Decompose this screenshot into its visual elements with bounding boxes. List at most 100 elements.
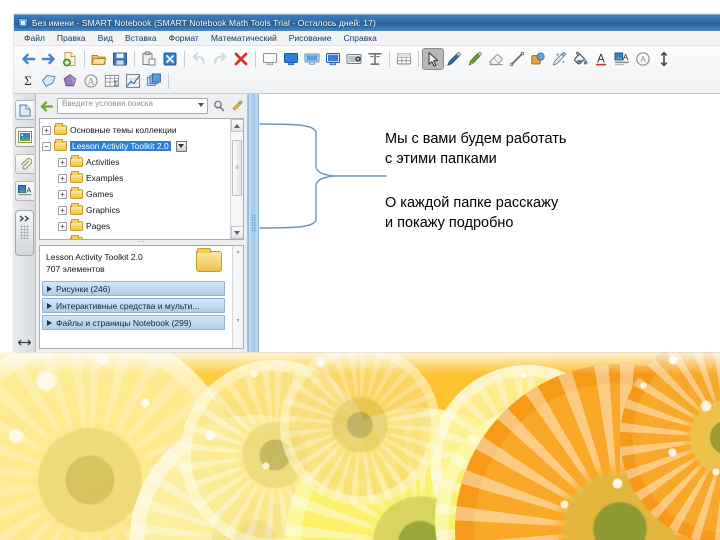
expand-node-icon[interactable]: +	[58, 205, 67, 215]
search-input[interactable]: Введите условия поиска	[57, 98, 208, 114]
chevron-down-icon[interactable]	[198, 103, 204, 107]
expand-node-icon[interactable]: +	[58, 221, 67, 231]
text-recognition-icon: A	[84, 74, 98, 88]
undo-icon[interactable]	[189, 49, 209, 69]
sum-icon[interactable]: Σ	[18, 71, 38, 91]
scroll-down-icon[interactable]: ▾	[236, 317, 239, 324]
fill-tool-icon[interactable]	[570, 49, 590, 69]
regular-polygon-icon[interactable]	[60, 71, 80, 91]
properties-tab[interactable]: A	[15, 181, 34, 201]
menu-item-draw[interactable]: Рисование	[283, 31, 338, 46]
page-sorter-tab[interactable]	[15, 100, 34, 120]
gallery-category-tree[interactable]: + Основные темы коллекции − Lesson Activity…	[39, 118, 244, 240]
scroll-up-icon[interactable]: ▴	[236, 248, 239, 255]
graph-wizard-icon[interactable]	[144, 71, 164, 91]
gallery-tree-item[interactable]: + Graphics	[42, 202, 230, 218]
search-icon	[213, 100, 224, 112]
gallery-setup-button[interactable]	[229, 98, 244, 114]
menu-item-format[interactable]: Формат	[163, 31, 205, 46]
insert-table-icon[interactable]	[394, 49, 414, 69]
menu-item-help[interactable]: Справка	[338, 31, 383, 46]
select-tool-icon[interactable]	[422, 48, 444, 70]
expand-node-icon[interactable]: +	[58, 173, 67, 183]
properties-icon[interactable]: A	[612, 49, 632, 69]
search-button[interactable]	[211, 98, 226, 114]
text-tool-icon[interactable]: A	[591, 49, 611, 69]
window-titlebar[interactable]: Без имени - SMART Notebook (SMART Notebo…	[14, 15, 720, 31]
expand-node-icon[interactable]: +	[42, 125, 51, 135]
quick-insert-icon[interactable]	[160, 49, 180, 69]
add-page-icon[interactable]	[60, 49, 80, 69]
measurement-tool-icon[interactable]: A	[633, 49, 653, 69]
gallery-group-label: Интерактивные средства и мульти...	[56, 300, 200, 311]
menu-item-view[interactable]: Вид	[92, 31, 119, 46]
attachments-tab[interactable]	[15, 154, 34, 174]
transparent-background-icon[interactable]	[323, 49, 343, 69]
expand-node-icon[interactable]: +	[58, 189, 67, 199]
irregular-polygon-icon[interactable]	[39, 71, 59, 91]
open-file-icon[interactable]	[89, 49, 109, 69]
gallery-search-combo[interactable]: Введите условия поиска	[57, 98, 208, 114]
forward-arrow-icon[interactable]	[39, 49, 59, 69]
insert-table-tool-icon[interactable]	[365, 49, 385, 69]
gallery-tree-item[interactable]: + Games	[42, 186, 230, 202]
callout-line-1: Мы с вами будем работать	[385, 131, 567, 147]
smart-notebook-icon	[18, 18, 28, 28]
screen-capture-icon[interactable]	[344, 49, 364, 69]
gallery-detail-header: Lesson Activity Toolkit 2.0 707 элементо…	[40, 246, 232, 279]
text-recognition-icon[interactable]: A	[81, 71, 101, 91]
quick-insert-icon	[163, 52, 177, 66]
gallery-tree-item-label: Pages	[86, 221, 111, 231]
gallery-tree-item[interactable]: + Activities	[42, 154, 230, 170]
gallery-tree-item[interactable]: + Examples	[42, 170, 230, 186]
toolbar-separator	[184, 51, 185, 67]
gallery-tree-item[interactable]: Tools	[42, 234, 230, 239]
resize-handle[interactable]	[17, 338, 32, 348]
gallery-detail-text: Lesson Activity Toolkit 2.0 707 элементо…	[46, 251, 190, 275]
gallery-group-interactive[interactable]: Интерактивные средства и мульти...	[42, 298, 225, 313]
pen-tool-icon[interactable]	[444, 49, 464, 69]
save-icon[interactable]	[110, 49, 130, 69]
line-tool-icon[interactable]	[507, 49, 527, 69]
menu-item-file[interactable]: Файл	[18, 31, 51, 46]
tree-item-menu-chevron-down-icon[interactable]	[175, 140, 187, 152]
creative-pen-icon[interactable]	[465, 49, 485, 69]
gallery-group-pictures[interactable]: Рисунки (246)	[42, 281, 225, 296]
scroll-up-button[interactable]	[230, 119, 243, 132]
double-chevron-right-icon	[19, 215, 30, 222]
move-toolbar-icon[interactable]	[654, 49, 674, 69]
graph-icon[interactable]	[123, 71, 143, 91]
gallery-tree-item-label: Основные темы коллекции	[70, 125, 177, 135]
delete-icon[interactable]	[231, 49, 251, 69]
gallery-tree-item[interactable]: + Pages	[42, 218, 230, 234]
menu-item-insert[interactable]: Вставка	[119, 31, 163, 46]
dual-page-display-icon[interactable]	[302, 49, 322, 69]
eraser-tool-icon[interactable]	[486, 49, 506, 69]
show-hide-screen-shade-icon[interactable]	[260, 49, 280, 69]
callout-text-block[interactable]: Мы с вами будем работать с этими папками…	[385, 129, 685, 233]
back-arrow-icon[interactable]	[18, 49, 38, 69]
gallery-back-button[interactable]	[39, 98, 54, 114]
paste-icon[interactable]	[139, 49, 159, 69]
menu-item-math[interactable]: Математический	[205, 31, 283, 46]
gallery-content-scrollbar[interactable]: ▴ ▾	[232, 246, 243, 348]
full-screen-icon[interactable]	[281, 49, 301, 69]
menu-item-edit[interactable]: Правка	[51, 31, 92, 46]
gallery-tree-item[interactable]: + Основные темы коллекции	[42, 122, 230, 138]
gallery-group-label: Файлы и страницы Notebook (299)	[56, 317, 192, 328]
auto-hide-handle[interactable]	[15, 210, 34, 256]
expand-node-icon[interactable]: +	[58, 157, 67, 167]
redo-icon[interactable]	[210, 49, 230, 69]
magic-pen-icon[interactable]	[549, 49, 569, 69]
scroll-track[interactable]: ≡	[231, 132, 243, 226]
table-sum-icon[interactable]: Σ	[102, 71, 122, 91]
save-icon	[113, 52, 127, 66]
shapes-tool-icon[interactable]	[528, 49, 548, 69]
gallery-tab[interactable]	[15, 127, 34, 147]
tree-vertical-scrollbar[interactable]: ≡	[230, 119, 243, 239]
scroll-down-button[interactable]	[230, 226, 243, 239]
gallery-group-notebook-files[interactable]: Файлы и страницы Notebook (299)	[42, 315, 225, 330]
scroll-thumb[interactable]: ≡	[232, 140, 242, 196]
gallery-tree-item[interactable]: − Lesson Activity Toolkit 2.0	[42, 138, 230, 154]
collapse-node-icon[interactable]: −	[42, 141, 51, 151]
